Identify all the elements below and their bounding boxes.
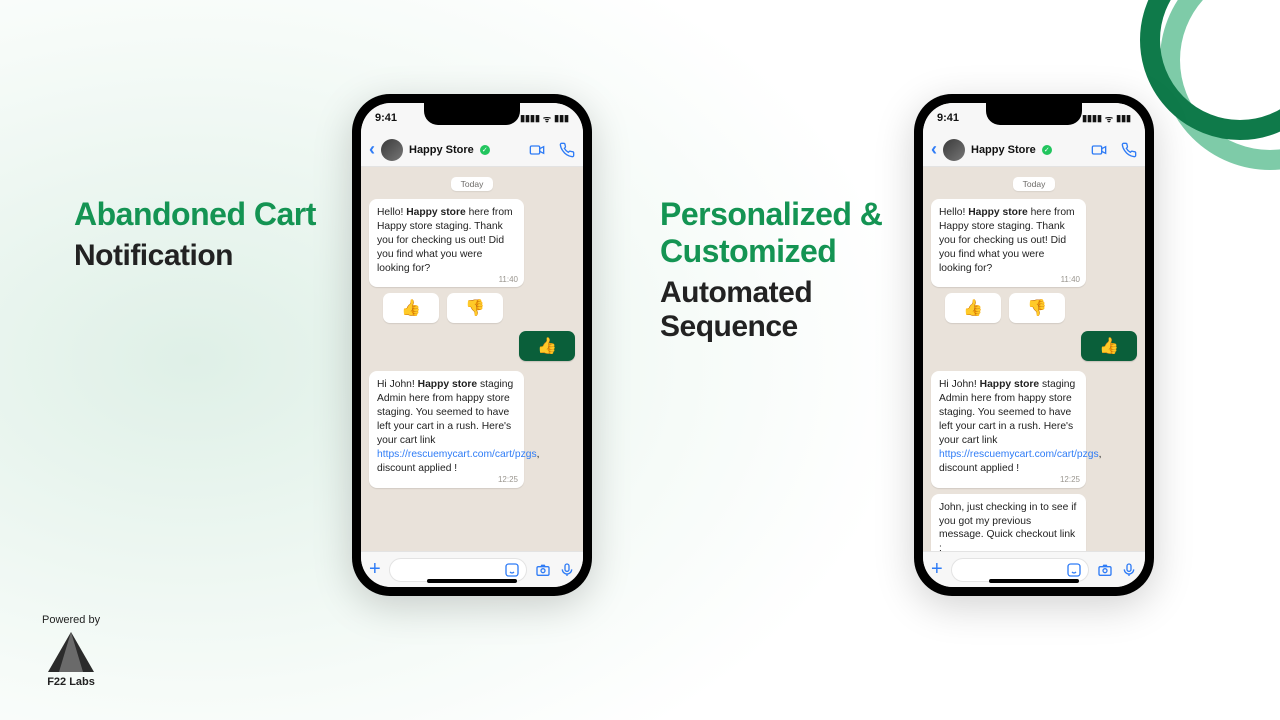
thumbs-up-button[interactable]: 👍	[383, 293, 439, 323]
message-followup: John, just checking in to see if you got…	[931, 494, 1086, 551]
phone-call-icon[interactable]	[1121, 142, 1137, 158]
status-time: 9:41	[375, 112, 397, 124]
message-hello: Hello! Happy store here from Happy store…	[931, 199, 1086, 287]
video-call-icon[interactable]	[1091, 142, 1107, 158]
phone-left: 9:41 ▮▮▮▮ ᯤ ▮▮▮ ‹ Happy Store ✓ Today	[352, 94, 592, 596]
wifi-icon: ᯤ	[543, 112, 551, 125]
signal-icon: ▮▮▮▮	[1082, 113, 1102, 124]
message-input[interactable]	[389, 558, 527, 582]
caption-left: Abandoned Cart Notification	[74, 196, 334, 273]
attach-button[interactable]: +	[931, 558, 943, 581]
chat-title[interactable]: Happy Store	[409, 144, 474, 156]
message-cart: Hi John! Happy store staging Admin here …	[369, 371, 524, 487]
verified-icon: ✓	[480, 145, 490, 155]
chat-header: ‹ Happy Store ✓	[361, 133, 583, 167]
user-reply-thumbsup: 👍	[1081, 331, 1137, 361]
chat-area-right[interactable]: Today Hello! Happy store here from Happy…	[923, 167, 1145, 551]
quick-reply-row: 👍 👎	[383, 293, 575, 323]
video-call-icon[interactable]	[529, 142, 545, 158]
cart-link[interactable]: https://rescuemycart.com/cart/pzgs	[939, 449, 1099, 460]
message-cart: Hi John! Happy store staging Admin here …	[931, 371, 1086, 487]
mic-icon[interactable]	[1121, 562, 1137, 578]
caption-left-black: Notification	[74, 239, 334, 273]
stage: Abandoned Cart Notification Personalized…	[0, 0, 1280, 720]
avatar[interactable]	[381, 139, 403, 161]
chat-title[interactable]: Happy Store	[971, 144, 1036, 156]
day-chip: Today	[1013, 177, 1055, 191]
phone-notch	[986, 103, 1082, 125]
msg-time: 11:40	[499, 275, 518, 286]
chat-area-left[interactable]: Today Hello! Happy store here from Happy…	[361, 167, 583, 551]
back-button[interactable]: ‹	[931, 139, 937, 160]
brand-name: F22 Labs	[42, 676, 100, 688]
powered-by-label: Powered by	[42, 614, 100, 626]
message-input[interactable]	[951, 558, 1089, 582]
f22-logo-icon	[48, 632, 94, 672]
day-chip: Today	[451, 177, 493, 191]
powered-by: Powered by F22 Labs	[42, 614, 100, 688]
caption-right-green: Personalized & Customized	[660, 196, 900, 270]
phone-call-icon[interactable]	[559, 142, 575, 158]
battery-icon: ▮▮▮	[1116, 113, 1131, 124]
caption-left-green: Abandoned Cart	[74, 196, 334, 233]
home-indicator	[427, 579, 517, 583]
mic-icon[interactable]	[559, 562, 575, 578]
caption-right: Personalized & Customized Automated Sequ…	[660, 196, 900, 344]
avatar[interactable]	[943, 139, 965, 161]
msg-time: 12:25	[498, 475, 518, 486]
camera-icon[interactable]	[1097, 562, 1113, 578]
camera-icon[interactable]	[535, 562, 551, 578]
msg-time: 12:25	[1060, 475, 1080, 486]
wifi-icon: ᯤ	[1105, 112, 1113, 125]
status-time: 9:41	[937, 112, 959, 124]
message-hello: Hello! Happy store here from Happy store…	[369, 199, 524, 287]
chat-header: ‹ Happy Store ✓	[923, 133, 1145, 167]
msg-time: 11:40	[1061, 275, 1080, 286]
signal-icon: ▮▮▮▮	[520, 113, 540, 124]
caption-right-black: Automated Sequence	[660, 276, 900, 344]
thumbs-down-button[interactable]: 👎	[447, 293, 503, 323]
phone-right: 9:41 ▮▮▮▮ ᯤ ▮▮▮ ‹ Happy Store ✓ Today	[914, 94, 1154, 596]
back-button[interactable]: ‹	[369, 139, 375, 160]
phone-notch	[424, 103, 520, 125]
attach-button[interactable]: +	[369, 558, 381, 581]
quick-reply-row: 👍 👎	[945, 293, 1137, 323]
thumbs-up-button[interactable]: 👍	[945, 293, 1001, 323]
home-indicator	[989, 579, 1079, 583]
battery-icon: ▮▮▮	[554, 113, 569, 124]
thumbs-down-button[interactable]: 👎	[1009, 293, 1065, 323]
user-reply-thumbsup: 👍	[519, 331, 575, 361]
verified-icon: ✓	[1042, 145, 1052, 155]
cart-link[interactable]: https://rescuemycart.com/cart/pzgs	[377, 449, 537, 460]
